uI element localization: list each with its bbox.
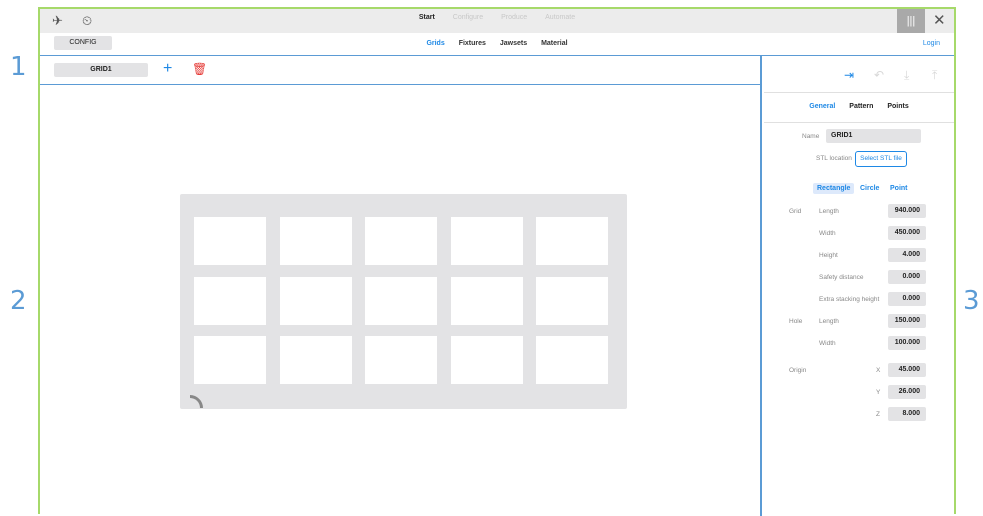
hole-width-field[interactable]: 100.000	[888, 336, 926, 350]
grid-length-label: Length	[819, 208, 839, 215]
undo-icon[interactable]: ↶	[874, 68, 884, 82]
callout-2: 2	[10, 286, 27, 316]
origin-x-label: X	[876, 367, 881, 374]
name-label: Name	[802, 133, 820, 140]
grid-width-field[interactable]: 450.000	[888, 226, 926, 240]
grid-plate	[180, 194, 627, 409]
nav-configure[interactable]: Configure	[453, 14, 483, 21]
login-link[interactable]: Login	[923, 40, 940, 47]
grid-tab[interactable]: GRID1	[54, 63, 148, 77]
origin-section-label: Origin	[789, 367, 807, 374]
grid-section-label: Grid	[789, 208, 802, 215]
nav-produce[interactable]: Produce	[501, 14, 527, 21]
stl-location-label: STL location	[816, 155, 852, 162]
grid-hole	[536, 276, 608, 325]
grid-hole	[450, 336, 523, 384]
nav-automate[interactable]: Automate	[545, 14, 575, 21]
config-tabs: Grids Fixtures Jawsets Material	[40, 40, 954, 47]
tab-points[interactable]: Points	[887, 103, 908, 110]
add-icon[interactable]: +	[163, 60, 172, 78]
grid-height-field[interactable]: 4.000	[888, 248, 926, 262]
grid-length-field[interactable]: 940.000	[888, 204, 926, 218]
grid-hole	[536, 336, 608, 384]
grid-workspace: GRID1 + 🗑	[40, 56, 762, 516]
callout-3: 3	[963, 286, 980, 316]
tab-fixtures[interactable]: Fixtures	[459, 40, 486, 47]
grid-hole	[450, 276, 523, 325]
tab-material[interactable]: Material	[541, 40, 567, 47]
name-field[interactable]: GRID1	[826, 129, 921, 143]
safety-distance-label: Safety distance	[819, 274, 864, 281]
hole-section-label: Hole	[789, 318, 803, 325]
tab-general[interactable]: General	[809, 103, 835, 110]
grid-hole	[365, 276, 437, 325]
grid-hole	[194, 336, 266, 384]
extra-stacking-field[interactable]: 0.000	[888, 292, 926, 306]
shape-circle[interactable]: Circle	[860, 185, 879, 192]
select-stl-button[interactable]: Select STL file	[855, 151, 907, 167]
tab-pattern[interactable]: Pattern	[849, 103, 873, 110]
origin-x-field[interactable]: 45.000	[888, 363, 926, 377]
shape-point[interactable]: Point	[890, 185, 908, 192]
secondary-bar: CONFIG Grids Fixtures Jawsets Material L…	[40, 33, 954, 55]
origin-y-label: Y	[876, 389, 881, 396]
download-icon[interactable]: ⤓	[904, 68, 909, 83]
main-nav: Start Configure Produce Automate	[40, 14, 954, 21]
nav-start[interactable]: Start	[419, 14, 435, 21]
tab-jawsets[interactable]: Jawsets	[500, 40, 527, 47]
hole-length-field[interactable]: 150.000	[888, 314, 926, 328]
properties-tabs: General Pattern Points	[764, 92, 954, 123]
grid-height-label: Height	[819, 252, 838, 259]
grid-hole	[279, 336, 352, 384]
callout-1: 1	[10, 52, 27, 82]
delete-icon[interactable]: 🗑	[192, 62, 207, 76]
close-icon[interactable]: ✕	[933, 11, 946, 29]
grid-hole	[194, 217, 266, 265]
safety-distance-field[interactable]: 0.000	[888, 270, 926, 284]
import-icon[interactable]: ⇥	[844, 68, 854, 82]
app-window: ✈ ⏲ Start Configure Produce Automate |||…	[38, 7, 956, 516]
sliders-icon[interactable]: |||	[897, 9, 925, 33]
grid-width-label: Width	[819, 230, 836, 237]
grid-hole	[365, 336, 437, 384]
grid-hole	[279, 276, 352, 325]
origin-y-field[interactable]: 26.000	[888, 385, 926, 399]
grid-hole	[536, 217, 608, 265]
properties-toolbar: ⇥ ↶ ⤓ ⤒	[764, 56, 954, 93]
hole-length-label: Length	[819, 318, 839, 325]
properties-panel: ⇥ ↶ ⤓ ⤒ General Pattern Points Name GRID…	[764, 56, 954, 516]
top-bar: ✈ ⏲ Start Configure Produce Automate |||…	[40, 9, 954, 33]
extra-stacking-label: Extra stacking height	[819, 296, 880, 303]
grid-hole	[365, 217, 437, 265]
hole-width-label: Width	[819, 340, 836, 347]
grid-canvas[interactable]	[40, 85, 760, 515]
grid-hole	[194, 276, 266, 325]
grid-hole	[450, 217, 523, 265]
origin-z-field[interactable]: 8.000	[888, 407, 926, 421]
upload-icon[interactable]: ⤒	[932, 68, 937, 83]
grid-toolbar: GRID1 + 🗑	[40, 56, 760, 85]
tab-grids[interactable]: Grids	[426, 40, 444, 47]
origin-z-label: Z	[876, 411, 880, 418]
grid-hole	[279, 217, 352, 265]
shape-rectangle[interactable]: Rectangle	[813, 183, 855, 194]
